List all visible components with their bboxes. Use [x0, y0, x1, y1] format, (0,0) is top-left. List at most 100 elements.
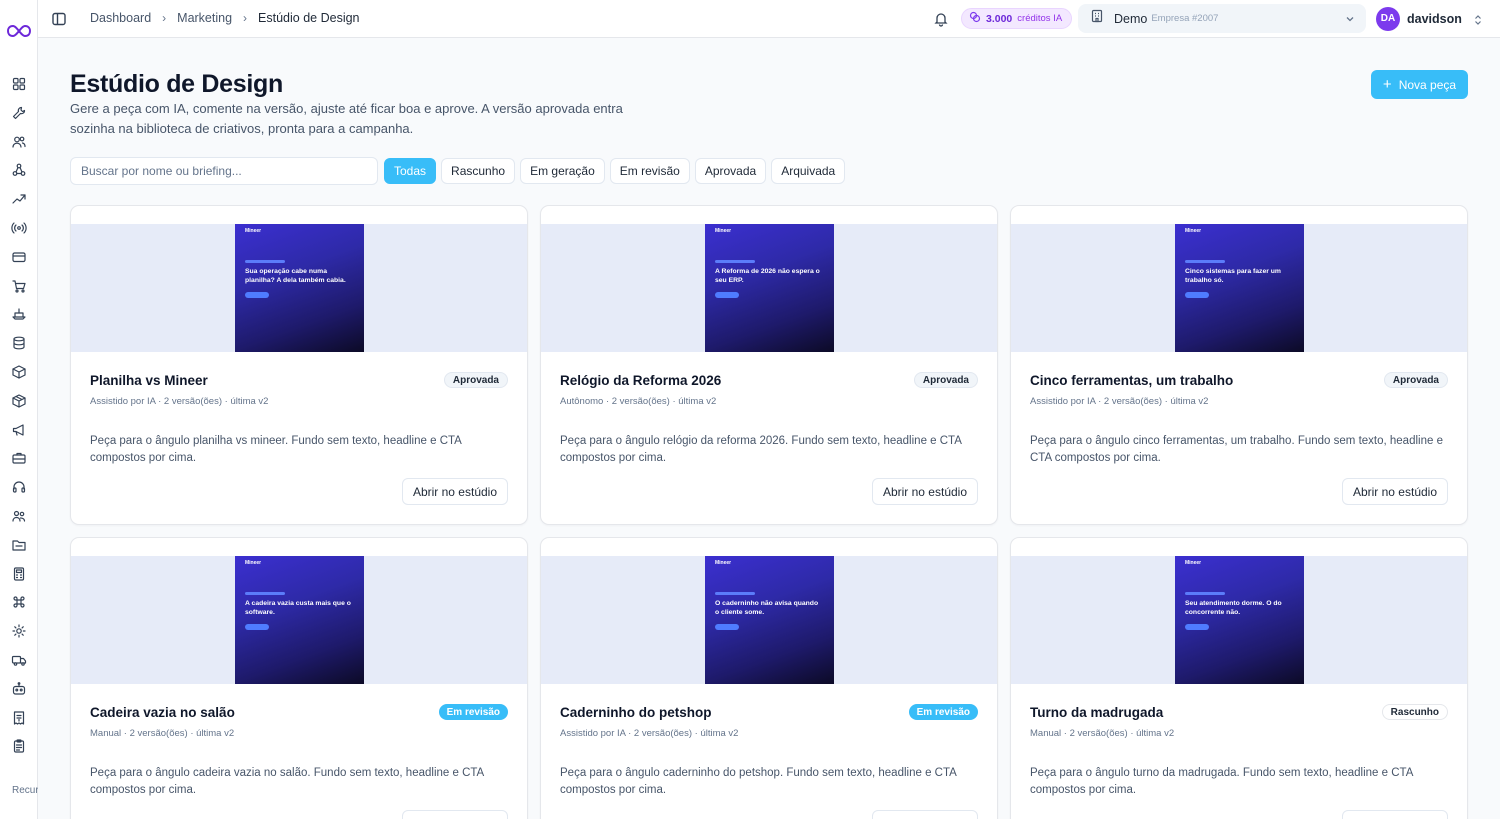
art-headline: A Reforma de 2026 não espera o seu ERP.: [715, 268, 820, 284]
ship-icon[interactable]: [11, 306, 27, 322]
credits-badge[interactable]: 3.000 créditos IA: [961, 8, 1073, 29]
status-badge: Aprovada: [913, 372, 978, 388]
receipt-icon[interactable]: [11, 710, 27, 726]
open-studio-button[interactable]: Abrir no estúdio: [871, 810, 978, 819]
creative-thumbnail: Mineer Cinco sistemas para fazer um traba…: [1175, 224, 1304, 352]
creative-thumbnail: Mineer A cadeira vazia custa mais que o s…: [235, 556, 364, 684]
art-headline: Seu atendimento dorme. O do concorrente …: [1185, 600, 1282, 616]
piece-preview[interactable]: Mineer Sua operação cabe numa planilha? A…: [71, 224, 527, 352]
piece-title: Relógio da Reforma 2026: [560, 373, 722, 388]
topbar: Dashboard › Marketing › Estúdio de Desig…: [38, 0, 1500, 38]
clipboard-icon[interactable]: [11, 738, 27, 754]
chevron-right-icon: ›: [243, 11, 248, 25]
piece-preview[interactable]: Mineer A cadeira vazia custa mais que o s…: [71, 556, 527, 684]
art-headline: A cadeira vazia custa mais que o softwar…: [245, 600, 351, 616]
settings-icon[interactable]: [11, 623, 27, 639]
status-badge: Em revisão: [438, 704, 508, 720]
art-headline: O caderninho não avisa quando o cliente …: [715, 600, 819, 616]
art-tag: [1185, 260, 1225, 263]
open-studio-button[interactable]: Abrir no estúdio: [1341, 478, 1448, 505]
art-brand: Mineer: [715, 560, 732, 566]
company-selector[interactable]: Demo Empresa #2007: [1078, 4, 1366, 33]
filter-chip[interactable]: Arquivada: [771, 158, 846, 184]
status-badge: Em revisão: [908, 704, 978, 720]
truck-icon[interactable]: [11, 652, 27, 668]
piece-card[interactable]: Mineer Seu atendimento dorme. O do concor…: [1010, 537, 1468, 819]
search-input[interactable]: [70, 157, 378, 185]
chevron-down-icon: [1344, 12, 1356, 24]
database-icon[interactable]: [11, 335, 27, 351]
cart-icon[interactable]: [11, 278, 27, 294]
open-studio-button[interactable]: Abrir no estúdio: [871, 478, 978, 505]
filter-chip[interactable]: Aprovada: [694, 158, 767, 184]
trending-up-icon[interactable]: [11, 191, 27, 207]
megaphone-icon[interactable]: [11, 422, 27, 438]
bot-icon[interactable]: [11, 681, 27, 697]
piece-preview[interactable]: Mineer A Reforma de 2026 não espera o seu…: [541, 224, 997, 352]
sidebar-footer-label[interactable]: Recursos avançados: [12, 785, 38, 797]
breadcrumb-dashboard[interactable]: Dashboard: [90, 11, 151, 25]
piece-meta: Assistido por IA · 2 versão(ões) · últim…: [1030, 396, 1209, 407]
logo-icon[interactable]: [7, 22, 31, 40]
open-studio-button[interactable]: Abrir no estúdio: [401, 810, 508, 819]
status-badge: Rascunho: [1381, 704, 1448, 720]
filter-chip[interactable]: Em revisão: [609, 158, 690, 184]
breadcrumb-marketing[interactable]: Marketing: [177, 11, 232, 25]
piece-title: Cadeira vazia no salão: [90, 705, 235, 720]
status-badge: Aprovada: [443, 372, 508, 388]
breadcrumb: Dashboard › Marketing › Estúdio de Desig…: [90, 11, 360, 25]
company-name: Demo: [1114, 11, 1148, 26]
credit-card-icon[interactable]: [11, 249, 27, 265]
plus-icon: +: [1382, 75, 1392, 93]
briefcase-icon[interactable]: [11, 450, 27, 466]
filter-chip[interactable]: Em geração: [520, 158, 605, 184]
avatar: DA: [1376, 6, 1400, 31]
filter-chip[interactable]: Rascunho: [441, 158, 516, 184]
broadcast-icon[interactable]: [11, 220, 27, 236]
folder-icon[interactable]: [11, 537, 27, 553]
piece-card[interactable]: Mineer O caderninho não avisa quando o cl…: [540, 537, 998, 819]
piece-card[interactable]: Mineer A Reforma de 2026 não espera o seu…: [540, 205, 998, 525]
art-headline: Sua operação cabe numa planilha? A dela …: [245, 268, 346, 284]
piece-title: Caderninho do petshop: [560, 705, 712, 720]
grid-icon[interactable]: [11, 76, 27, 92]
network-icon[interactable]: [11, 162, 27, 178]
piece-description: Peça para o ângulo cadeira vazia no salã…: [90, 767, 484, 796]
box-icon[interactable]: [11, 364, 27, 380]
new-piece-button[interactable]: + Nova peça: [1371, 70, 1468, 99]
piece-card[interactable]: Mineer Sua operação cabe numa planilha? A…: [70, 205, 528, 525]
piece-title: Cinco ferramentas, um trabalho: [1030, 373, 1234, 388]
user-menu[interactable]: DA davidson: [1376, 4, 1490, 33]
piece-description: Peça para o ângulo cinco ferramentas, um…: [1030, 435, 1443, 464]
wrench-icon[interactable]: [11, 105, 27, 121]
users-icon[interactable]: [11, 134, 27, 150]
calculator-icon[interactable]: [11, 566, 27, 582]
art-tag: [245, 260, 285, 263]
filter-chip[interactable]: Todas: [384, 158, 437, 184]
art-cta: [1185, 624, 1209, 630]
art-brand: Mineer: [245, 228, 262, 234]
open-studio-button[interactable]: Abrir no estúdio: [401, 478, 508, 505]
package-icon[interactable]: [11, 393, 27, 409]
piece-preview[interactable]: Mineer O caderninho não avisa quando o cl…: [541, 556, 997, 684]
command-icon[interactable]: [11, 594, 27, 610]
sidebar: Recursos avançados: [0, 0, 38, 819]
open-studio-button[interactable]: Abrir no estúdio: [1341, 810, 1448, 819]
art-tag: [715, 592, 755, 595]
art-cta: [715, 624, 739, 630]
piece-title: Planilha vs Mineer: [90, 373, 208, 388]
art-headline: Cinco sistemas para fazer um trabalho só…: [1185, 268, 1281, 284]
piece-card[interactable]: Mineer A cadeira vazia custa mais que o s…: [70, 537, 528, 819]
piece-preview[interactable]: Mineer Seu atendimento dorme. O do concor…: [1011, 556, 1467, 684]
new-piece-label: Nova peça: [1398, 77, 1457, 92]
user-group-icon[interactable]: [11, 508, 27, 524]
art-brand: Mineer: [245, 560, 262, 566]
bell-icon[interactable]: [933, 11, 949, 27]
credits-value: 3.000: [986, 12, 1013, 25]
sidebar-toggle-icon[interactable]: [51, 11, 67, 27]
piece-card[interactable]: Mineer Cinco sistemas para fazer um traba…: [1010, 205, 1468, 525]
headset-icon[interactable]: [11, 479, 27, 495]
piece-preview[interactable]: Mineer Cinco sistemas para fazer um traba…: [1011, 224, 1467, 352]
company-sub: Empresa #2007: [1151, 13, 1219, 24]
art-tag: [245, 592, 285, 595]
